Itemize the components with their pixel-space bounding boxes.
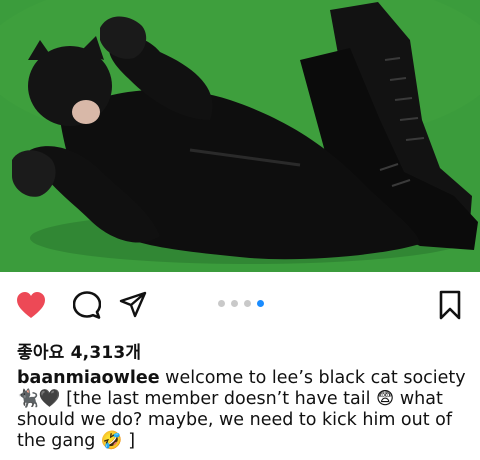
share-button[interactable] [115,287,151,323]
likes-count[interactable]: 좋아요 4,313개 [17,338,141,363]
carousel-indicator [218,300,264,307]
save-button[interactable] [432,287,468,323]
carousel-dot [244,300,251,307]
photo-illustration [0,0,480,272]
post-photo[interactable] [0,0,480,272]
caption-text: welcome to lee’s black cat society [159,368,466,388]
caption-line-4: the gang 🤣 ] [17,431,136,451]
carousel-dot [231,300,238,307]
paper-plane-icon [119,291,147,318]
post-caption: baanmiaowlee welcome to lee’s black cat … [17,368,467,452]
caption-username[interactable]: baanmiaowlee [17,368,160,388]
post-action-bar [0,283,480,327]
caption-line-2: 🐈‍⬛🖤 [the last member doesn’t have tail … [17,389,443,409]
bookmark-icon [439,290,461,320]
carousel-dot-active [257,300,264,307]
carousel-dot [218,300,225,307]
caption-line-1: baanmiaowlee welcome to lee’s black cat … [17,368,467,389]
caption-line-3: should we do? maybe, we need to kick him… [17,410,453,430]
like-button[interactable] [13,287,49,323]
heart-filled-icon [17,292,45,318]
comment-bubble-icon [73,291,101,319]
comment-button[interactable] [69,287,105,323]
